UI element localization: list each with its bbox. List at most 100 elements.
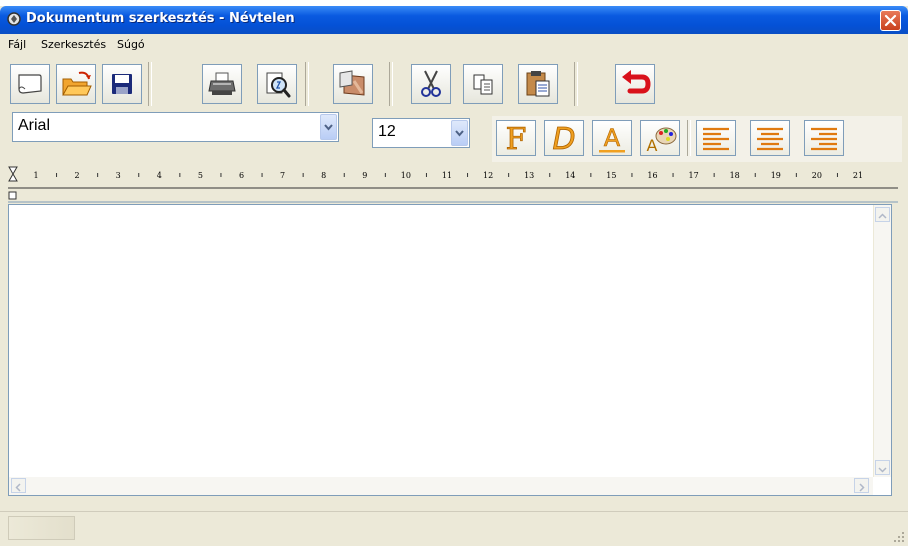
ruler-number: 20: [812, 171, 822, 180]
print-button[interactable]: [202, 64, 242, 104]
app-window: Dokumentum szerkesztés - Névtelen Fájl S…: [0, 6, 908, 546]
menu-edit[interactable]: Szerkesztés: [41, 38, 106, 51]
scroll-up-button[interactable]: [875, 207, 890, 222]
ruler-number: 14: [565, 171, 575, 180]
open-button[interactable]: [56, 64, 96, 104]
ruler-number: 8: [321, 171, 326, 180]
align-left-button[interactable]: [696, 120, 736, 156]
toolbar-separator: [305, 62, 309, 106]
italic-letter: D: [552, 122, 575, 155]
scroll-down-button[interactable]: [875, 460, 890, 475]
text-color-palette-icon: A: [647, 127, 677, 155]
insert-image-button[interactable]: [333, 64, 373, 104]
bold-button[interactable]: F: [496, 120, 536, 158]
ruler-number: 18: [730, 171, 740, 180]
document-editor[interactable]: [8, 204, 892, 496]
ruler-number: 16: [647, 171, 657, 180]
vertical-scrollbar[interactable]: [873, 205, 891, 477]
ruler-number: 12: [483, 171, 493, 180]
menu-bar: Fájl Szerkesztés Súgó: [0, 34, 908, 56]
ruler: 1 2 3 4 5 6 7 8 9 10 11 12 13 14 15 16 17 18 19 20 21: [8, 166, 898, 204]
bold-icon: F: [505, 122, 527, 158]
image-icon: [339, 70, 365, 96]
save-button[interactable]: [102, 64, 142, 104]
new-button[interactable]: [10, 64, 50, 104]
ruler-number: 3: [116, 171, 121, 180]
indent-marker-icon: [8, 166, 18, 182]
undo-arrow-icon: [622, 70, 651, 94]
ruler-number: 21: [853, 171, 863, 180]
bold-letter: F: [506, 122, 527, 155]
close-icon: [884, 14, 897, 27]
scroll-left-button[interactable]: [11, 478, 26, 493]
print-icon: [208, 72, 236, 95]
print-preview-button[interactable]: [257, 64, 297, 104]
ruler-number: 9: [362, 171, 367, 180]
horizontal-scrollbar[interactable]: [9, 477, 873, 495]
font-dropdown-button[interactable]: [320, 114, 337, 140]
toolbar-separator: [687, 120, 691, 156]
app-icon: [7, 12, 21, 26]
scroll-right-button[interactable]: [854, 478, 869, 493]
size-dropdown-button[interactable]: [451, 120, 468, 146]
resize-grip-icon[interactable]: [892, 530, 906, 544]
left-margin-marker-icon: [8, 191, 17, 200]
italic-button[interactable]: D: [544, 120, 584, 158]
paste-icon: [526, 71, 550, 97]
save-disk-icon: [112, 74, 132, 94]
ruler-number: 10: [401, 171, 411, 180]
chevron-up-icon: [878, 213, 887, 219]
copy-button[interactable]: [463, 64, 503, 104]
ruler-number: 17: [689, 171, 699, 180]
copy-icon: [473, 74, 493, 95]
ruler-number: 6: [239, 171, 244, 180]
ruler-number: 4: [157, 171, 162, 180]
status-panel: [8, 516, 75, 540]
align-center-icon: [757, 127, 783, 151]
ruler-number: 11: [442, 171, 452, 180]
align-right-button[interactable]: [804, 120, 844, 156]
underline-icon: A: [599, 124, 625, 153]
menu-help[interactable]: Súgó: [117, 38, 145, 51]
title-bar[interactable]: Dokumentum szerkesztés - Névtelen: [0, 6, 908, 34]
chevron-left-icon: [15, 483, 21, 492]
ruler-number: 19: [771, 171, 781, 180]
ruler-number: 15: [606, 171, 616, 180]
font-name-combo[interactable]: Arial: [12, 112, 339, 142]
paste-button[interactable]: [518, 64, 558, 104]
svg-text:A: A: [647, 136, 658, 155]
text-color-button[interactable]: A: [640, 120, 680, 156]
ruler-number: 2: [75, 171, 80, 180]
underline-button[interactable]: A: [592, 120, 632, 156]
ruler-number: 1: [33, 171, 38, 180]
ruler-scale[interactable]: 1 2 3 4 5 6 7 8 9 10 11 12 13 14 15 16 17 18 19 20 21: [8, 166, 898, 204]
toolbar-separator: [148, 62, 152, 106]
ruler-number: 5: [198, 171, 203, 180]
window-title: Dokumentum szerkesztés - Névtelen: [26, 11, 295, 26]
chevron-down-icon: [324, 124, 333, 131]
chevron-down-icon: [878, 467, 887, 473]
undo-button[interactable]: [615, 64, 655, 104]
font-name-value: Arial: [18, 117, 51, 134]
font-size-combo[interactable]: 12: [372, 118, 470, 148]
italic-icon: D: [552, 122, 576, 158]
align-center-button[interactable]: [750, 120, 790, 156]
font-size-value: 12: [378, 123, 396, 140]
cut-button[interactable]: [411, 64, 451, 104]
toolbar-separator: [574, 62, 578, 106]
formatting-button-group: F D A A: [492, 116, 902, 162]
underline-letter: A: [604, 124, 621, 152]
status-bar: [0, 511, 908, 546]
ruler-number: 7: [280, 171, 285, 180]
ruler-number: 13: [524, 171, 534, 180]
cut-scissors-icon: [421, 70, 441, 97]
chevron-right-icon: [859, 483, 865, 492]
close-button[interactable]: [880, 10, 901, 31]
menu-file[interactable]: Fájl: [8, 38, 26, 51]
standard-toolbar: [8, 60, 676, 110]
print-preview-icon: [266, 72, 291, 98]
open-folder-icon: [62, 71, 92, 96]
align-left-icon: [703, 127, 729, 151]
toolbar-separator: [389, 62, 393, 106]
align-right-icon: [811, 127, 837, 151]
